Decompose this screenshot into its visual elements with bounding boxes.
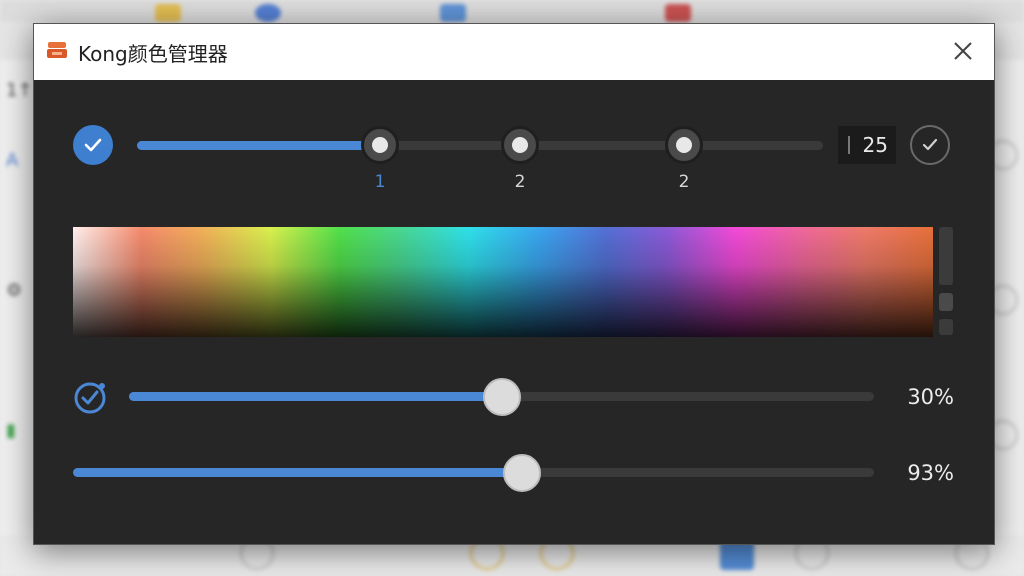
stop-slider-track[interactable] [137,141,823,150]
scrollbar-arrow[interactable] [939,319,953,335]
stop-value: 25 [862,133,888,157]
stop-label: 2 [514,172,526,192]
saturation-slider-fill [73,468,522,477]
confirm-button[interactable] [910,125,950,165]
background-toolbar [0,0,1024,22]
opacity-value: 30% [907,385,954,409]
opacity-slider-fill [129,392,502,401]
stop-slider-fill [137,141,380,150]
bg-glyph: ▮ [6,420,16,441]
stop-label: 1 [374,172,386,192]
stop-handle-1[interactable] [361,126,399,164]
saturation-value: 93% [907,461,954,485]
stop-value-input[interactable]: 25 [838,126,896,164]
close-icon[interactable] [948,36,978,66]
check-badge-icon [74,382,106,414]
chart-icon [665,4,691,22]
title-bar: Kong颜色管理器 [34,24,994,80]
saturation-slider-track[interactable] [73,468,874,477]
stop-handle-2[interactable] [501,126,539,164]
globe-icon [255,4,281,22]
check-icon [922,138,938,151]
stacked-boxes-icon [47,42,67,58]
bg-glyph: ⚙ [6,280,23,301]
saturation-slider-handle[interactable] [503,454,541,492]
bird-icon [440,4,466,22]
opacity-slider-handle[interactable] [483,378,521,416]
color-spectrum-picker[interactable] [73,227,933,337]
text-caret [848,136,850,154]
bg-glyph: A [6,150,19,171]
bg-glyph: 1↑ [6,80,33,101]
check-icon [84,138,102,152]
scrollbar-thumb[interactable] [939,293,953,311]
stop-handle-3[interactable] [665,126,703,164]
spectrum-scrollbar[interactable] [939,227,953,339]
stop-label: 2 [678,172,690,192]
folder-icon [155,4,181,22]
enabled-checkbox[interactable] [73,125,113,165]
color-manager-dialog: Kong颜色管理器 1 2 2 25 30% 93% [33,23,995,545]
window-title: Kong颜色管理器 [78,42,228,66]
scrollbar-track [939,227,953,285]
